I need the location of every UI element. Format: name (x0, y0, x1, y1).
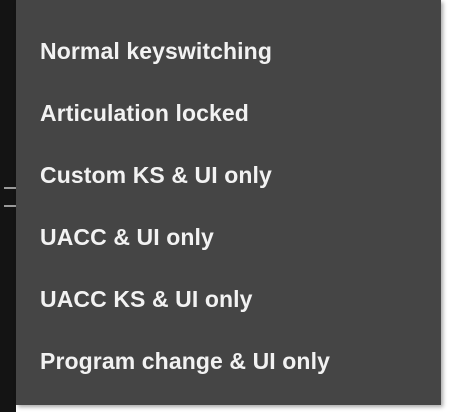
menu-item-uacc-ui-only[interactable]: UACC & UI only (16, 206, 441, 268)
menu-item-label: UACC KS & UI only (40, 285, 253, 312)
menu-item-label: Articulation locked (40, 99, 249, 126)
underlying-panel-edge (0, 0, 16, 412)
menu-item-label: Program change & UI only (40, 347, 330, 374)
screen: Normal keyswitching Articulation locked … (0, 0, 457, 412)
divider (4, 187, 16, 189)
menu-item-label: Custom KS & UI only (40, 161, 272, 188)
menu-item-label: UACC & UI only (40, 223, 214, 250)
menu-item-articulation-locked[interactable]: Articulation locked (16, 82, 441, 144)
menu-item-normal-keyswitching[interactable]: Normal keyswitching (16, 20, 441, 82)
menu-item-custom-ks-ui-only[interactable]: Custom KS & UI only (16, 144, 441, 206)
menu-item-label: Normal keyswitching (40, 37, 272, 64)
menu-item-program-change-ui-only[interactable]: Program change & UI only (16, 330, 441, 392)
articulation-mode-menu: Normal keyswitching Articulation locked … (16, 0, 441, 405)
menu-item-uacc-ks-ui-only[interactable]: UACC KS & UI only (16, 268, 441, 330)
divider (4, 205, 16, 207)
